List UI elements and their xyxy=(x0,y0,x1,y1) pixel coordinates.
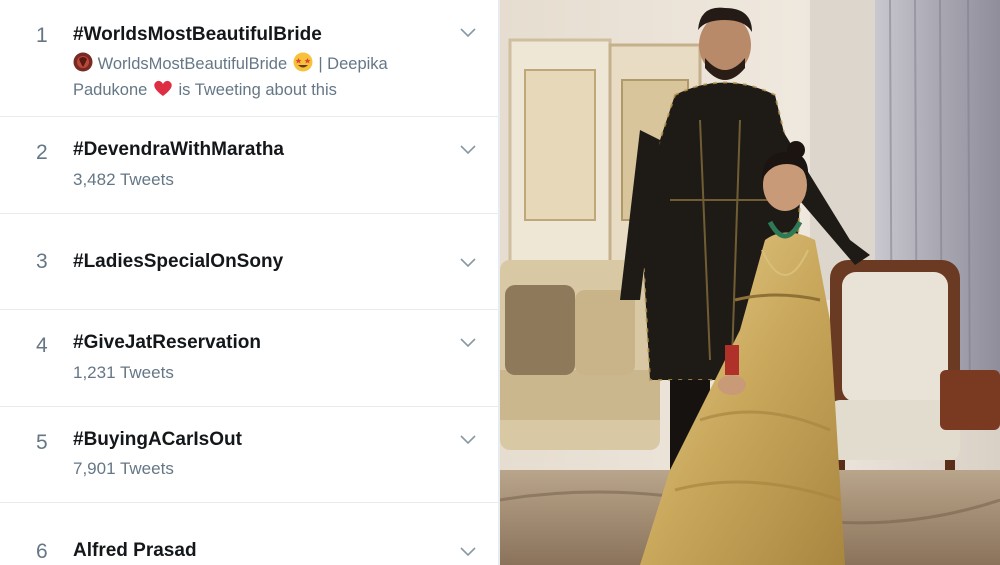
trend-rank: 5 xyxy=(36,431,48,454)
chevron-down-icon[interactable] xyxy=(460,26,476,38)
trend-item-6[interactable]: 6 Alfred Prasad xyxy=(0,503,498,565)
ottoman xyxy=(940,370,1000,430)
trend-item-1[interactable]: 1 #WorldsMostBeautifulBride WorldsMostBe… xyxy=(0,0,498,117)
context-separator: | Deepika xyxy=(318,55,388,73)
trend-rank: 3 xyxy=(36,250,48,273)
trend-name[interactable]: #GiveJatReservation xyxy=(73,332,261,354)
trend-name[interactable]: #DevendraWithMaratha xyxy=(73,139,284,161)
trend-tweet-count: 7,901 Tweets xyxy=(73,459,174,478)
account-avatar-icon xyxy=(73,52,93,78)
trend-item-5[interactable]: 5 #BuyingACarIsOut 7,901 Tweets xyxy=(0,407,498,503)
chevron-down-icon[interactable] xyxy=(460,545,476,557)
trend-tweet-count: 3,482 Tweets xyxy=(73,170,174,189)
trend-tweet-count: 1,231 Tweets xyxy=(73,363,174,382)
chevron-down-icon[interactable] xyxy=(460,143,476,155)
trend-item-2[interactable]: 2 #DevendraWithMaratha 3,482 Tweets xyxy=(0,117,498,214)
trend-item-4[interactable]: 4 #GiveJatReservation 1,231 Tweets xyxy=(0,310,498,407)
context-account[interactable]: WorldsMostBeautifulBride xyxy=(98,55,288,73)
trend-rank: 4 xyxy=(36,334,48,357)
trend-item-3[interactable]: 3 #LadiesSpecialOnSony xyxy=(0,214,498,310)
chevron-down-icon[interactable] xyxy=(460,256,476,268)
trend-rank: 6 xyxy=(36,540,48,563)
couple-photo xyxy=(500,0,1000,565)
trends-panel: 1 #WorldsMostBeautifulBride WorldsMostBe… xyxy=(0,0,500,565)
chevron-down-icon[interactable] xyxy=(460,433,476,445)
bangles xyxy=(725,345,739,375)
trend-rank: 2 xyxy=(36,141,48,164)
cushion xyxy=(505,285,575,375)
trend-name[interactable]: Alfred Prasad xyxy=(73,540,197,562)
red-heart-emoji-icon xyxy=(152,78,174,104)
context-suffix: is Tweeting about this xyxy=(178,81,337,99)
trend-name[interactable]: #BuyingACarIsOut xyxy=(73,429,242,451)
trend-name[interactable]: #WorldsMostBeautifulBride xyxy=(73,24,322,46)
armchair-back xyxy=(842,272,948,402)
trend-rank: 1 xyxy=(36,24,48,47)
context-person[interactable]: Padukone xyxy=(73,81,147,99)
photo-illustration xyxy=(500,0,1000,565)
door-inset xyxy=(524,69,596,221)
chevron-down-icon[interactable] xyxy=(460,336,476,348)
star-struck-emoji-icon xyxy=(292,52,314,78)
trend-context: WorldsMostBeautifulBride | Deepika Paduk… xyxy=(73,52,443,104)
trend-name[interactable]: #LadiesSpecialOnSony xyxy=(73,251,283,273)
